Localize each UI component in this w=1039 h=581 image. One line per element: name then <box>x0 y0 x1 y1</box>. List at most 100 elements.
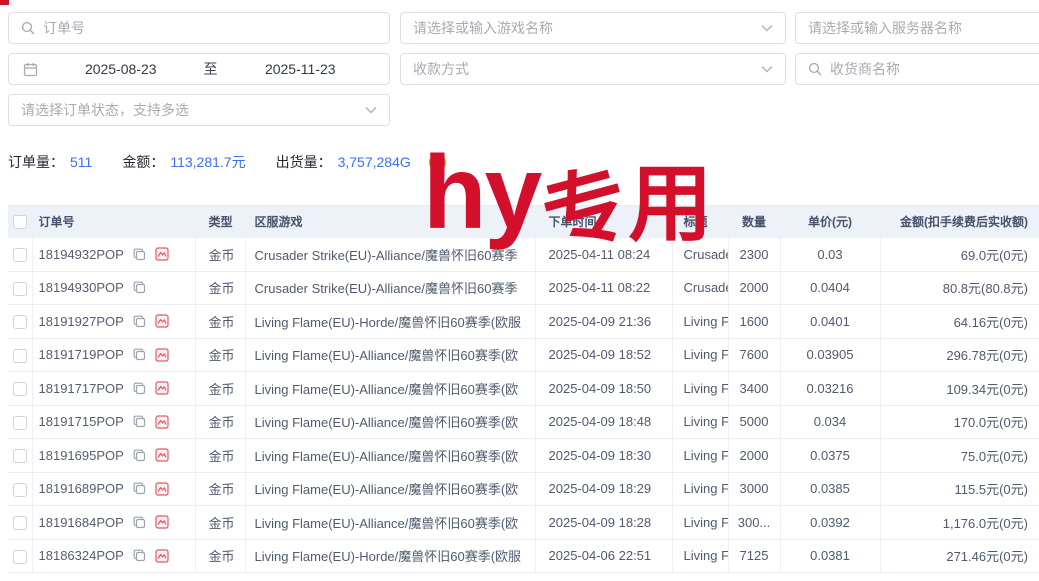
order-time-cell: 2025-04-09 18:52 <box>535 338 672 372</box>
game-name-placeholder: 请选择或输入游戏名称 <box>413 18 753 38</box>
help-question-icon[interactable]: ? <box>429 154 446 171</box>
unit-price-cell: 0.03 <box>780 238 880 272</box>
title-cell: Crusader <box>672 271 728 305</box>
unit-price-cell: 0.0381 <box>780 539 880 573</box>
copy-icon[interactable] <box>133 281 146 294</box>
receipt-image-icon[interactable] <box>155 247 169 261</box>
amount-label: 金额： <box>122 152 164 172</box>
order-number: 18194930POP <box>39 280 124 295</box>
column-header-amount: 金额(扣手续费后实收额) <box>880 206 1039 238</box>
table-row[interactable]: 18191927POP 金币 Living Flame(EU)-Horde/魔兽… <box>8 305 1039 339</box>
search-icon <box>21 21 35 35</box>
row-checkbox[interactable] <box>13 248 27 262</box>
order-number: 18191715POP <box>39 414 124 429</box>
type-cell: 金币 <box>195 238 245 272</box>
receipt-image-icon[interactable] <box>155 448 169 462</box>
select-all-checkbox[interactable] <box>13 215 27 229</box>
copy-icon[interactable] <box>133 382 146 395</box>
copy-icon[interactable] <box>133 482 146 495</box>
row-checkbox[interactable] <box>13 349 27 363</box>
unit-price-cell: 0.0385 <box>780 472 880 506</box>
table-row[interactable]: 18191715POP 金币 Living Flame(EU)-Alliance… <box>8 405 1039 439</box>
row-checkbox[interactable] <box>13 416 27 430</box>
server-name-select[interactable]: 请选择或输入服务器名称 <box>795 12 1039 44</box>
orders-table: 订单号类型区服游戏下单时间标题数量单价(元)金额(扣手续费后实收额) 18194… <box>8 205 1039 573</box>
order-no-search-field[interactable] <box>8 12 390 44</box>
table-row[interactable]: 18191717POP 金币 Living Flame(EU)-Alliance… <box>8 372 1039 406</box>
row-checkbox[interactable] <box>13 550 27 564</box>
quantity-cell: 3400 <box>728 372 780 406</box>
receipt-image-icon[interactable] <box>155 549 169 563</box>
row-checkbox[interactable] <box>13 282 27 296</box>
copy-icon[interactable] <box>133 516 146 529</box>
amount-cell: 1,176.0元(0元) <box>880 506 1039 540</box>
receipt-image-icon[interactable] <box>155 314 169 328</box>
row-checkbox[interactable] <box>13 315 27 329</box>
unit-price-cell: 0.0404 <box>780 271 880 305</box>
order-time-cell: 2025-04-06 22:51 <box>535 539 672 573</box>
row-checkbox[interactable] <box>13 516 27 530</box>
quantity-cell: 5000 <box>728 405 780 439</box>
supplier-search-field[interactable] <box>795 53 1039 85</box>
copy-icon[interactable] <box>133 348 146 361</box>
unit-price-cell: 0.0375 <box>780 439 880 473</box>
receipt-image-icon[interactable] <box>155 482 169 496</box>
order-no-input[interactable] <box>43 20 377 36</box>
receipt-image-icon[interactable] <box>155 415 169 429</box>
quantity-cell: 2000 <box>728 439 780 473</box>
table-row[interactable]: 18191689POP 金币 Living Flame(EU)-Alliance… <box>8 472 1039 506</box>
copy-icon[interactable] <box>133 248 146 261</box>
order-number: 18194932POP <box>39 247 124 262</box>
table-row[interactable]: 18191719POP 金币 Living Flame(EU)-Alliance… <box>8 338 1039 372</box>
region-game-cell: Living Flame(EU)-Alliance/魔兽怀旧60赛季(欧 <box>245 372 535 406</box>
row-checkbox[interactable] <box>13 483 27 497</box>
amount-value: 113,281.7元 <box>170 152 245 172</box>
column-header-order-no: 订单号 <box>32 206 195 238</box>
game-name-select[interactable]: 请选择或输入游戏名称 <box>400 12 786 44</box>
chevron-down-icon <box>365 106 377 114</box>
unit-price-cell: 0.034 <box>780 405 880 439</box>
receipt-image-icon[interactable] <box>155 515 169 529</box>
receipt-image-icon[interactable] <box>155 348 169 362</box>
unit-price-cell: 0.03905 <box>780 338 880 372</box>
order-time-cell: 2025-04-11 08:22 <box>535 271 672 305</box>
amount-cell: 80.8元(80.8元) <box>880 271 1039 305</box>
copy-icon[interactable] <box>133 315 146 328</box>
volume-value: 3,757,284G <box>338 154 411 170</box>
quantity-cell: 7600 <box>728 338 780 372</box>
copy-icon[interactable] <box>133 449 146 462</box>
payment-method-select[interactable]: 收款方式 <box>400 53 786 85</box>
date-end-value[interactable]: 2025-11-23 <box>226 61 376 77</box>
date-range-picker[interactable]: 2025-08-23 至 2025-11-23 <box>8 53 390 85</box>
type-cell: 金币 <box>195 539 245 573</box>
title-cell: Living Flame <box>672 338 728 372</box>
type-cell: 金币 <box>195 372 245 406</box>
table-row[interactable]: 18194932POP 金币 Crusader Strike(EU)-Allia… <box>8 238 1039 272</box>
unit-price-cell: 0.0401 <box>780 305 880 339</box>
region-game-cell: Living Flame(EU)-Alliance/魔兽怀旧60赛季(欧 <box>245 506 535 540</box>
amount-cell: 64.16元(0元) <box>880 305 1039 339</box>
table-row[interactable]: 18186324POP 金币 Living Flame(EU)-Horde/魔兽… <box>8 539 1039 573</box>
supplier-input[interactable] <box>830 61 1039 77</box>
table-row[interactable]: 18191684POP 金币 Living Flame(EU)-Alliance… <box>8 506 1039 540</box>
date-start-value[interactable]: 2025-08-23 <box>46 61 196 77</box>
watermark-fragment <box>0 0 9 5</box>
receipt-image-icon[interactable] <box>155 381 169 395</box>
unit-price-cell: 0.03216 <box>780 372 880 406</box>
search-icon <box>808 62 822 76</box>
title-cell: Crusader <box>672 238 728 272</box>
copy-icon[interactable] <box>133 415 146 428</box>
type-cell: 金币 <box>195 472 245 506</box>
copy-icon[interactable] <box>133 549 146 562</box>
title-cell: Living Flame <box>672 405 728 439</box>
order-status-select[interactable]: 请选择订单状态，支持多选 <box>8 94 390 126</box>
row-checkbox[interactable] <box>13 449 27 463</box>
quantity-cell: 2300 <box>728 238 780 272</box>
payment-method-placeholder: 收款方式 <box>413 59 753 79</box>
table-row[interactable]: 18194930POP 金币 Crusader Strike(EU)-Allia… <box>8 271 1039 305</box>
region-game-cell: Living Flame(EU)-Alliance/魔兽怀旧60赛季(欧 <box>245 439 535 473</box>
order-time-cell: 2025-04-09 18:50 <box>535 372 672 406</box>
table-row[interactable]: 18191695POP 金币 Living Flame(EU)-Alliance… <box>8 439 1039 473</box>
row-checkbox[interactable] <box>13 382 27 396</box>
column-header-region-game: 区服游戏 <box>245 206 535 238</box>
